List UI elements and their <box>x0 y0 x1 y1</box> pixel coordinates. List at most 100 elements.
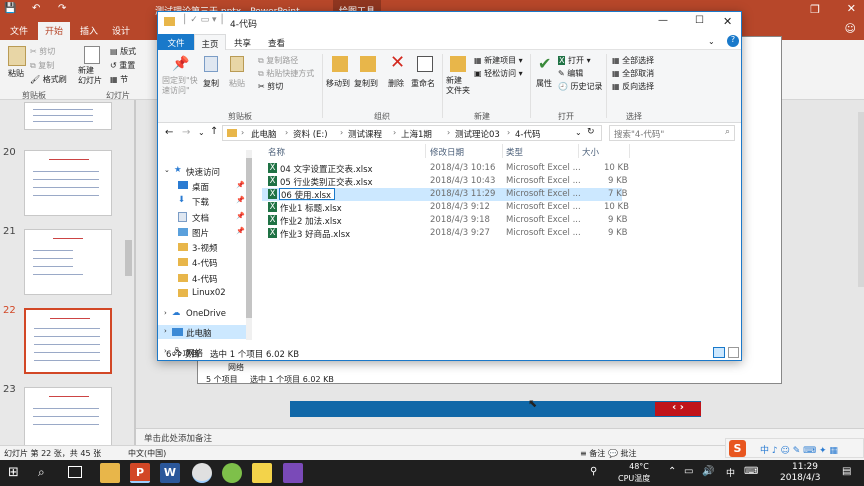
back-arrow-icon[interactable]: ← <box>165 127 173 138</box>
windows-start-icon[interactable]: ⊞ <box>8 465 19 480</box>
cut-button[interactable]: ✂ 剪切 <box>258 81 283 92</box>
open-button[interactable]: X 打开 ▾ <box>558 55 591 66</box>
file-name[interactable]: 04 文字设置正交表.xlsx <box>280 163 373 175</box>
nav-folder[interactable]: 4-代码 <box>192 257 217 269</box>
ime-indicator[interactable]: 中 <box>726 466 735 479</box>
word-taskbar-icon[interactable]: W <box>160 463 180 483</box>
pin-icon[interactable]: 📌 <box>172 56 189 72</box>
tab-home[interactable]: 主页 <box>194 34 226 51</box>
new-slide-label[interactable]: 新建 幻灯片 <box>78 66 102 86</box>
move-to-icon[interactable] <box>332 56 348 72</box>
large-icons-view-icon[interactable] <box>728 347 739 358</box>
minimize-icon[interactable]: — <box>658 15 668 26</box>
nav-onedrive[interactable]: OneDrive <box>186 309 226 319</box>
tab-file[interactable]: 文件 <box>158 34 194 50</box>
nav-desktop[interactable]: 桌面 <box>192 181 209 193</box>
new-folder-button[interactable]: 新建 文件夹 <box>446 76 470 96</box>
copy-to-icon[interactable] <box>360 56 376 72</box>
paste-shortcut-button[interactable]: ⧉ 粘贴快捷方式 <box>258 68 314 79</box>
breadcrumb-item[interactable]: 测试理论03 <box>455 128 500 140</box>
chevron-down-icon[interactable]: ⌄ <box>164 166 170 174</box>
tab-design[interactable]: 设计 <box>112 24 130 37</box>
nav-folder[interactable]: 4-代码 <box>192 273 217 285</box>
column-size-header[interactable]: 大小 <box>582 146 599 158</box>
ime-tools-icons[interactable]: 中 ♪ ☺ ✎ ⌨ ✦ ▦ <box>760 443 838 456</box>
pin-quick-access-button[interactable]: 固定到"快 速访问" <box>162 76 198 96</box>
paste-label[interactable]: 粘贴 <box>8 68 24 79</box>
slide-thumb-22[interactable] <box>24 308 112 374</box>
notes-toggle[interactable]: ≡ 备注 <box>580 448 605 459</box>
tab-share[interactable]: 共享 <box>234 37 251 49</box>
up-arrow-icon[interactable]: ↑ <box>210 126 218 137</box>
file-name[interactable]: 作业2 加法.xlsx <box>280 215 342 227</box>
network-icon[interactable]: ▭ <box>684 466 693 477</box>
task-view-icon[interactable] <box>68 466 82 478</box>
properties-icon[interactable]: ✔ <box>538 54 551 73</box>
column-name-header[interactable]: 名称 <box>268 146 285 158</box>
file-row[interactable]: X 05 行业类别正交表.xlsx 2018/4/3 10:43 Microso… <box>262 175 628 188</box>
app-taskbar-icon[interactable] <box>222 463 242 483</box>
nav-folder[interactable]: 3-视频 <box>192 242 217 254</box>
tab-file[interactable]: 文件 <box>10 24 28 37</box>
slide-thumb-23[interactable] <box>24 387 112 453</box>
file-row[interactable]: X 作业2 加法.xlsx 2018/4/3 9:18 Microsoft Ex… <box>262 214 628 227</box>
clock-time[interactable]: 11:29 <box>792 462 818 472</box>
chevron-down-icon[interactable]: ⌄ <box>708 37 715 46</box>
chrome-taskbar-icon[interactable] <box>192 463 212 483</box>
breadcrumb-item[interactable]: 资料 (E:) <box>293 128 328 140</box>
chevron-right-icon[interactable]: › <box>164 327 167 335</box>
breadcrumb[interactable]: › 此电脑 › 资料 (E:) › 测试课程 › 上海1期 › 测试理论03 ›… <box>222 125 602 141</box>
paste-icon[interactable] <box>230 56 244 72</box>
file-row[interactable]: X 作业1 标题.xlsx 2018/4/3 9:12 Microsoft Ex… <box>262 201 629 214</box>
recent-chevron-icon[interactable]: ⌄ <box>198 128 205 137</box>
help-icon[interactable]: ? <box>727 35 739 47</box>
chevron-up-icon[interactable]: ⌃ <box>668 466 676 477</box>
properties-button[interactable]: 属性 <box>536 78 552 89</box>
chevron-right-icon[interactable]: › <box>164 309 167 317</box>
file-name[interactable]: 05 行业类别正交表.xlsx <box>280 176 373 188</box>
new-item-button[interactable]: ▦ 新建项目 ▾ <box>474 55 523 66</box>
section-button[interactable]: ▦ 节 <box>110 74 128 85</box>
ppt-close-icon[interactable]: ✕ <box>847 2 856 15</box>
maximize-icon[interactable]: ☐ <box>695 15 704 26</box>
comments-toggle[interactable]: 💬 批注 <box>608 448 637 459</box>
restore-icon[interactable]: ❐ <box>810 3 820 16</box>
tab-home[interactable]: 开始 <box>38 22 71 41</box>
refresh-icon[interactable]: ↻ <box>587 127 595 137</box>
cut-button[interactable]: ✂ 剪切 <box>30 46 55 57</box>
nav-downloads[interactable]: 下载 <box>192 196 209 208</box>
delete-button[interactable]: 删除 <box>388 78 404 89</box>
thumbnail-scrollbar[interactable] <box>125 240 132 276</box>
slide-scrollbar[interactable] <box>858 112 864 287</box>
move-to-button[interactable]: 移动到 <box>326 78 350 89</box>
select-none-button[interactable]: ▦ 全部取消 <box>612 68 654 79</box>
rename-input[interactable]: 06 使用.xlsx <box>279 188 335 201</box>
notification-icon[interactable]: ▤ <box>842 466 851 477</box>
rename-button[interactable]: 重命名 <box>411 78 435 89</box>
layout-button[interactable]: ▤ 版式 <box>110 46 136 57</box>
clock-date[interactable]: 2018/4/3 <box>780 473 820 483</box>
forward-arrow-icon[interactable]: → <box>182 127 190 138</box>
close-icon[interactable]: ✕ <box>723 15 732 28</box>
keyboard-icon[interactable]: ⌨ <box>744 466 758 477</box>
format-painter-button[interactable]: 🖌 格式刷 <box>30 74 67 85</box>
copy-button[interactable]: ⧉ 复制 <box>30 60 54 71</box>
breadcrumb-item[interactable]: 4-代码 <box>515 128 540 140</box>
nav-documents[interactable]: 文档 <box>192 212 209 224</box>
slide-thumb-20[interactable] <box>24 150 112 216</box>
person-icon[interactable]: ⚲ <box>590 466 597 477</box>
nav-this-pc[interactable]: 此电脑 <box>186 327 212 339</box>
paste-icon[interactable] <box>8 46 26 66</box>
copy-to-button[interactable]: 复制到 <box>354 78 378 89</box>
copy-button[interactable]: 复制 <box>203 78 219 89</box>
quick-access-toolbar[interactable]: │ ✓ ▭ ▾ │ <box>182 15 225 25</box>
tab-view[interactable]: 查看 <box>268 37 285 49</box>
notes-taskbar-icon[interactable] <box>252 463 272 483</box>
powerpoint-taskbar-icon[interactable]: P <box>130 463 150 483</box>
search-icon[interactable]: ⌕ <box>725 127 730 137</box>
slide-nav-arrows[interactable]: ‹ › <box>655 402 701 416</box>
edit-button[interactable]: ✎ 编辑 <box>558 68 583 79</box>
search-input[interactable]: 搜索"4-代码" ⌕ <box>609 125 735 141</box>
history-button[interactable]: 🕘 历史记录 <box>558 81 603 92</box>
reset-button[interactable]: ↺ 重置 <box>110 60 135 71</box>
